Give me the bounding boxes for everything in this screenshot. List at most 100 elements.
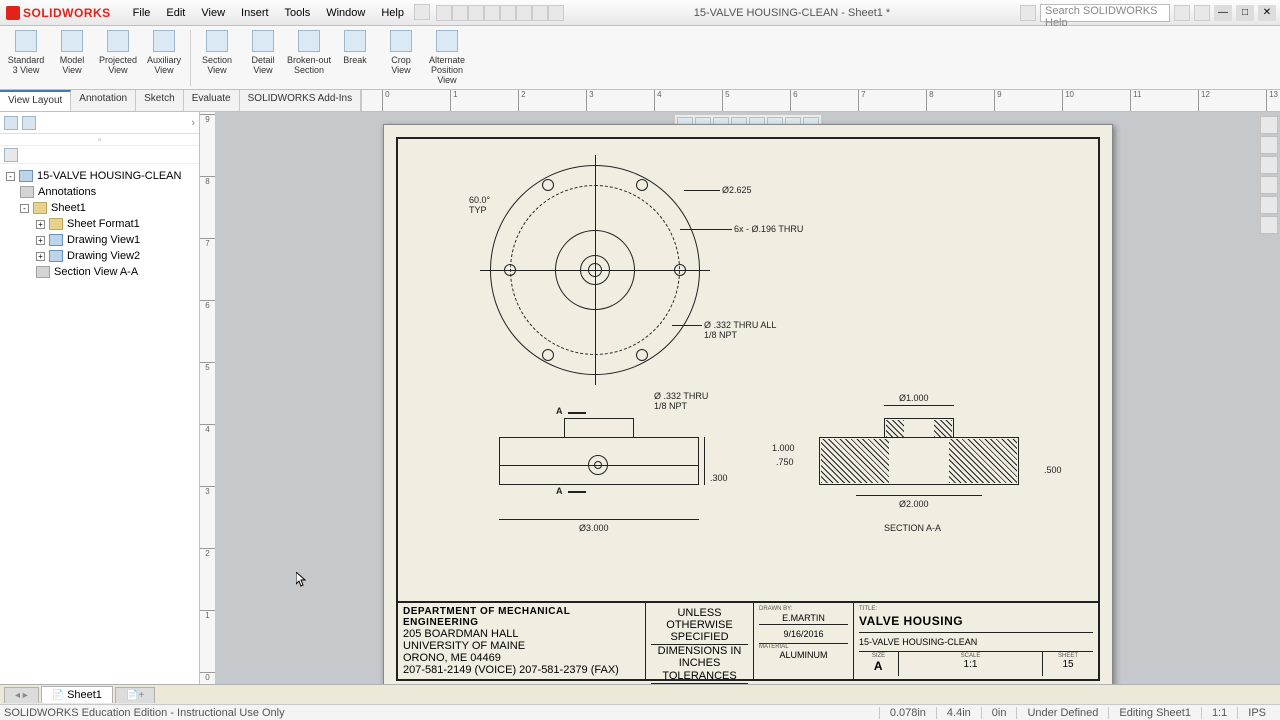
tree-tab-property-icon[interactable] (22, 116, 36, 130)
section-hatch (886, 420, 904, 437)
filter-icon[interactable] (4, 148, 18, 162)
tree-annotations[interactable]: Annotations (2, 184, 197, 200)
dim-1000: 1.000 (772, 443, 795, 453)
design-library-icon[interactable] (1260, 136, 1278, 154)
model-view-button[interactable]: Model View (50, 28, 94, 77)
search-input[interactable]: Search SOLIDWORKS Help (1040, 4, 1170, 22)
tab-addins[interactable]: SOLIDWORKS Add-Ins (240, 90, 361, 111)
minimize-button[interactable]: — (1214, 5, 1232, 21)
ruler-v-tick: 5 (200, 362, 215, 372)
tab-evaluate[interactable]: Evaluate (184, 90, 240, 111)
menu-view[interactable]: View (195, 4, 231, 22)
rebuild-icon[interactable] (532, 5, 548, 21)
ruler-v-tick: 7 (200, 238, 215, 248)
view-palette-icon[interactable] (1260, 176, 1278, 194)
tree-sheet-format[interactable]: +Sheet Format1 (2, 216, 197, 232)
menu-help[interactable]: Help (375, 4, 410, 22)
tb-size-cell: SIZE A (859, 652, 899, 676)
toggle-icon[interactable]: - (6, 172, 15, 181)
tb-addr1: 205 BOARDMAN HALL (403, 628, 640, 640)
main-area: › ∘ -15-VALVE HOUSING-CLEAN Annotations … (0, 112, 1280, 684)
help-bubble-icon[interactable] (1020, 5, 1036, 21)
view-icon (49, 234, 63, 246)
menu-window[interactable]: Window (320, 4, 371, 22)
broken-section-button[interactable]: Broken-out Section (287, 28, 331, 77)
menu-tools[interactable]: Tools (279, 4, 317, 22)
sheet-tab-prev[interactable]: ◂ ▸ (4, 687, 39, 703)
sheet-icon (33, 202, 47, 214)
toggle-icon[interactable]: + (36, 236, 45, 245)
feature-tree: -15-VALVE HOUSING-CLEAN Annotations -She… (0, 164, 199, 684)
standard-3view-button[interactable]: Standard 3 View (4, 28, 48, 77)
ruler-h-tick: 13 (1266, 90, 1278, 111)
command-tabs: View Layout Annotation Sketch Evaluate S… (0, 90, 1280, 112)
tb-bottom-row: SIZE A SCALE 1:1 SHEET 15 (859, 652, 1093, 676)
sheet-tab-add[interactable]: 📄+ (115, 687, 155, 703)
help-icon[interactable] (1194, 5, 1210, 21)
drawing-sheet[interactable]: Ø2.625 6x - Ø.196 THRU Ø .332 THRU ALL 1… (383, 124, 1113, 684)
tree-expand-icon[interactable]: › (191, 117, 195, 129)
auxiliary-view-button[interactable]: Auxiliary View (142, 28, 186, 77)
sheet-tab-1[interactable]: 📄 Sheet1 (41, 686, 113, 703)
search-icon[interactable] (1174, 5, 1190, 21)
tree-tab-feature-icon[interactable] (4, 116, 18, 130)
ruler-h-tick: 6 (790, 90, 797, 111)
drawing-canvas[interactable]: Ø2.625 6x - Ø.196 THRU Ø .332 THRU ALL 1… (216, 112, 1280, 684)
sheet-format-icon (49, 218, 63, 230)
menu-insert[interactable]: Insert (235, 4, 275, 22)
tb-tolerance-col: UNLESS OTHERWISE SPECIFIED DIMENSIONS IN… (646, 603, 754, 679)
restore-button[interactable]: □ (1236, 5, 1254, 21)
appearances-icon[interactable] (1260, 196, 1278, 214)
undo-icon[interactable] (500, 5, 516, 21)
resources-icon[interactable] (1260, 116, 1278, 134)
ruler-v-tick: 1 (200, 610, 215, 620)
options-icon[interactable] (548, 5, 564, 21)
section-view-button[interactable]: Section View (195, 28, 239, 77)
save-icon[interactable] (468, 5, 484, 21)
tree-drawing-view2[interactable]: +Drawing View2 (2, 248, 197, 264)
break-button[interactable]: Break (333, 28, 377, 67)
tab-view-layout[interactable]: View Layout (0, 90, 71, 111)
ruler-h-tick: 8 (926, 90, 933, 111)
tab-annotation[interactable]: Annotation (71, 90, 136, 111)
mouse-cursor (296, 572, 308, 588)
print-icon[interactable] (484, 5, 500, 21)
tree-drawing-view1[interactable]: +Drawing View1 (2, 232, 197, 248)
title-block: DEPARTMENT OF MECHANICAL ENGINEERING 205… (398, 601, 1098, 679)
close-button[interactable]: ✕ (1258, 5, 1276, 21)
toggle-icon[interactable]: + (36, 220, 45, 229)
crop-view-button[interactable]: Crop View (379, 28, 423, 77)
custom-props-icon[interactable] (1260, 216, 1278, 234)
annotations-icon (20, 186, 34, 198)
new-icon[interactable] (436, 5, 452, 21)
menu-file[interactable]: File (127, 4, 157, 22)
file-explorer-icon[interactable] (1260, 156, 1278, 174)
ruler-h-tick: 4 (654, 90, 661, 111)
tree-root[interactable]: -15-VALVE HOUSING-CLEAN (2, 168, 197, 184)
tree-sheet1[interactable]: -Sheet1 (2, 200, 197, 216)
pin-icon[interactable] (414, 4, 430, 20)
vertical-ruler: 0123456789 (200, 112, 216, 684)
open-icon[interactable] (452, 5, 468, 21)
detail-view-button[interactable]: Detail View (241, 28, 285, 77)
tb-scale: 1:1 (903, 659, 1038, 670)
menu-edit[interactable]: Edit (160, 4, 191, 22)
crop-view-icon (390, 30, 412, 52)
tb-spec-hdr: UNLESS OTHERWISE SPECIFIED (651, 606, 748, 645)
alternate-position-button[interactable]: Alternate Position View (425, 28, 469, 87)
select-icon[interactable] (516, 5, 532, 21)
section-hatch (934, 420, 952, 437)
tab-sketch[interactable]: Sketch (136, 90, 184, 111)
toggle-icon[interactable]: - (20, 204, 29, 213)
projected-view-button[interactable]: Projected View (96, 28, 140, 77)
dim-1000dia: Ø1.000 (899, 393, 929, 403)
section-arrow (568, 491, 586, 493)
model-view-icon (61, 30, 83, 52)
tree-header: › (0, 112, 199, 134)
projected-view-icon (107, 30, 129, 52)
tree-section-view[interactable]: Section View A-A (2, 264, 197, 280)
tb-date: 9/16/2016 (759, 625, 848, 644)
ruler-h-tick: 1 (450, 90, 457, 111)
broken-section-icon (298, 30, 320, 52)
toggle-icon[interactable]: + (36, 252, 45, 261)
